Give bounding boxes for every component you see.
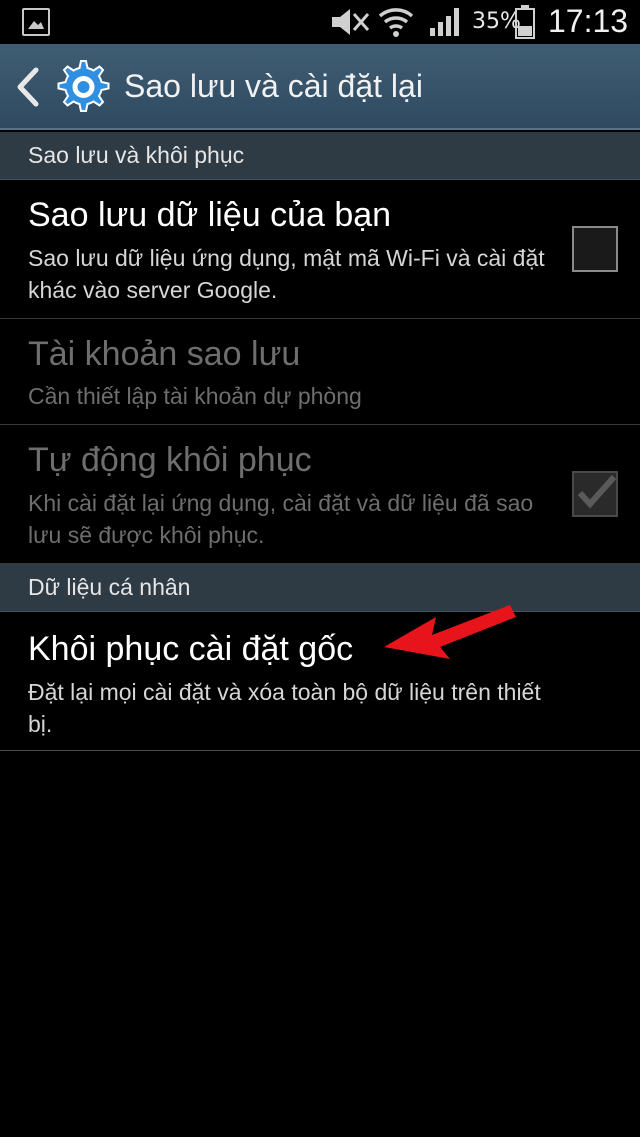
page-title: Sao lưu và cài đặt lại: [124, 68, 423, 104]
auto-restore-row: Tự động khôi phục Khi cài đặt lại ứng dụ…: [0, 425, 640, 564]
wifi-icon: [378, 8, 414, 37]
red-arrow-annotation: [384, 605, 516, 659]
settings-gear-icon: [57, 60, 110, 112]
factory-reset-row[interactable]: Khôi phục cài đặt gốc Đặt lại mọi cài đặ…: [0, 612, 640, 751]
action-bar: Sao lưu và cài đặt lại: [0, 44, 640, 130]
mute-icon: [332, 9, 370, 35]
row-subtitle: Đặt lại mọi cài đặt và xóa toàn bộ dữ li…: [28, 679, 541, 737]
row-subtitle: Sao lưu dữ liệu ứng dụng, mật mã Wi-Fi v…: [28, 245, 545, 303]
section-header-backup-restore: Sao lưu và khôi phục: [0, 132, 640, 180]
battery-icon: [515, 5, 535, 39]
row-title: Tự động khôi phục: [28, 441, 312, 479]
backup-data-checkbox[interactable]: [572, 226, 618, 272]
back-arrow-icon[interactable]: [10, 64, 46, 110]
section-header-label: Dữ liệu cá nhân: [28, 574, 191, 600]
clock: 17:13: [548, 3, 629, 39]
section-header-personal-data: Dữ liệu cá nhân: [0, 564, 640, 612]
row-subtitle: Cần thiết lập tài khoản dự phòng: [28, 383, 362, 409]
section-header-label: Sao lưu và khôi phục: [28, 142, 245, 168]
auto-restore-checkbox: [572, 471, 618, 517]
row-title: Khôi phục cài đặt gốc: [28, 630, 354, 668]
signal-icon: [430, 8, 459, 36]
status-bar: 35% 17:13: [0, 0, 640, 44]
backup-account-row: Tài khoản sao lưu Cần thiết lập tài khoả…: [0, 319, 640, 425]
checkmark-icon: [577, 475, 617, 509]
row-title: Sao lưu dữ liệu của bạn: [28, 196, 392, 234]
row-subtitle: Khi cài đặt lại ứng dụng, cài đặt và dữ …: [28, 490, 534, 548]
row-title: Tài khoản sao lưu: [28, 335, 301, 373]
backup-data-row[interactable]: Sao lưu dữ liệu của bạn Sao lưu dữ liệu …: [0, 180, 640, 319]
gallery-icon: [22, 8, 50, 36]
